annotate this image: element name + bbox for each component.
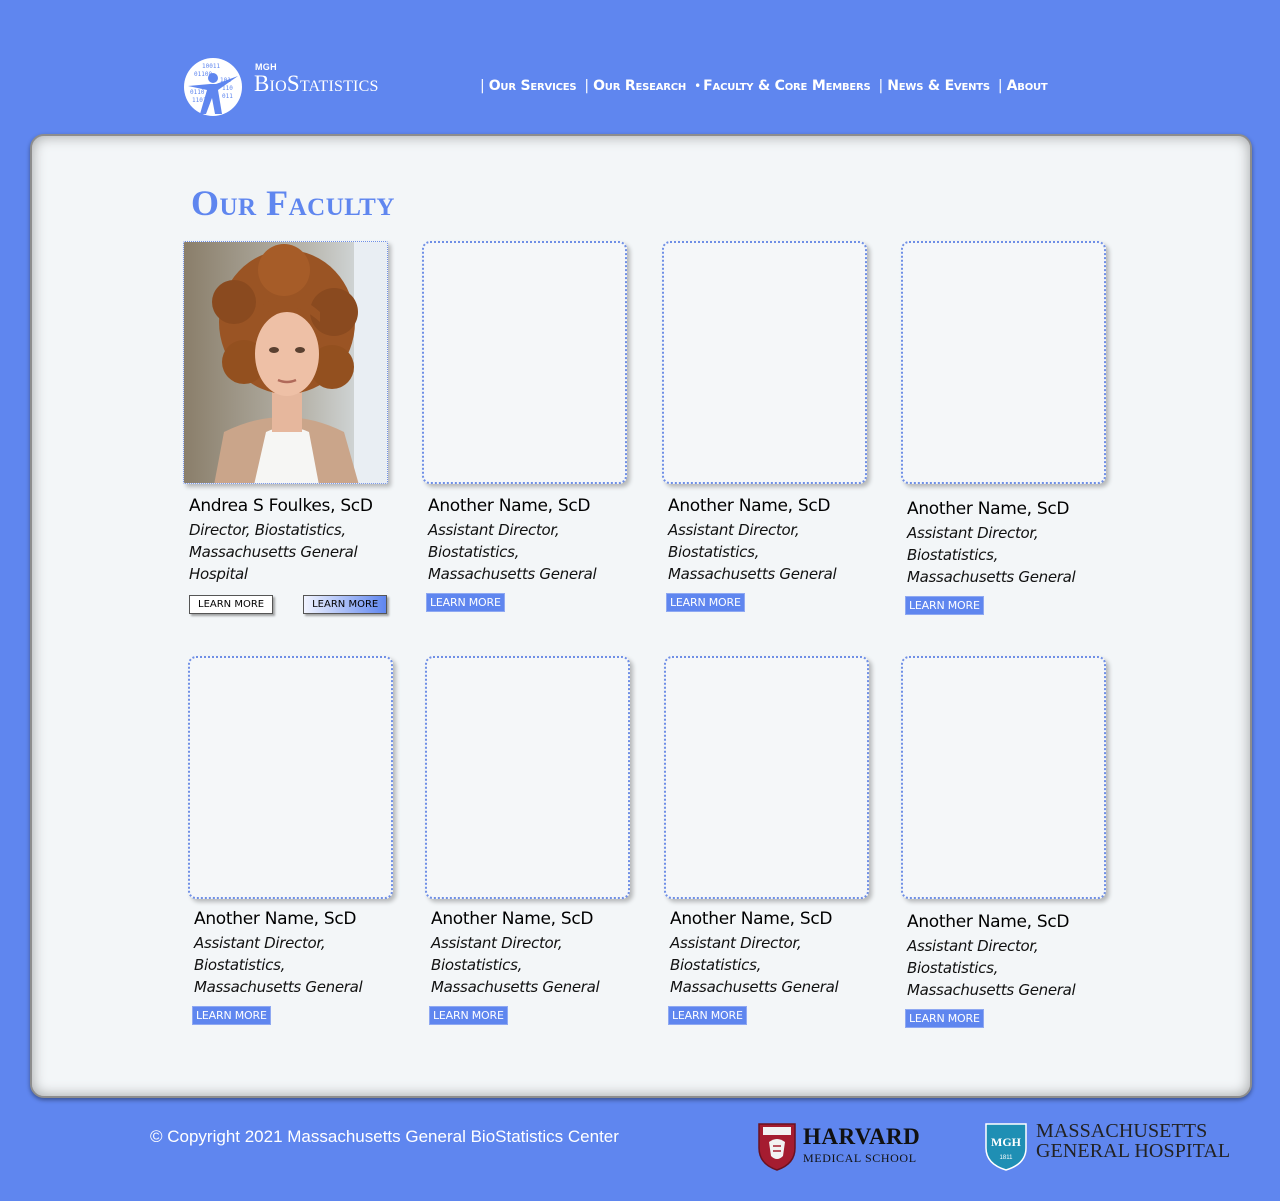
- harvard-title: HARVARD: [803, 1124, 921, 1149]
- learn-more-button[interactable]: LEARN MORE: [429, 1006, 508, 1025]
- page-title: Our Faculty: [191, 183, 395, 223]
- faculty-card: Another Name, ScD Assistant Director, Bi…: [901, 656, 1111, 1028]
- nav-news-events[interactable]: News & Events: [887, 78, 990, 94]
- faculty-photo-placeholder: [664, 656, 869, 899]
- copyright-text: © Copyright 2021 Massachusetts General B…: [150, 1127, 619, 1146]
- faculty-role: Assistant Director, Biostatistics, Massa…: [428, 521, 597, 583]
- faculty-card: Another Name, ScD Assistant Director, Bi…: [662, 241, 872, 612]
- nav-our-research[interactable]: Our Research: [593, 78, 686, 94]
- svg-text:110: 110: [222, 85, 233, 92]
- learn-more-button[interactable]: LEARN MORE: [666, 593, 745, 612]
- harvard-shield-icon: [758, 1123, 796, 1171]
- nav-separator: |: [878, 78, 884, 94]
- faculty-name: Another Name, ScD: [668, 496, 831, 516]
- learn-more-button-hover[interactable]: LEARN MORE: [303, 595, 388, 614]
- faculty-name: Another Name, ScD: [907, 912, 1070, 932]
- nav-active-dot: •: [694, 79, 702, 93]
- harvard-medical-school-logo[interactable]: HARVARD MEDICAL SCHOOL: [757, 1122, 932, 1174]
- faculty-photo-placeholder: [422, 241, 627, 484]
- biostatistics-logo-icon: 10011 01100 101 110 0110 011 1101: [184, 58, 242, 116]
- portrait-image: [184, 242, 387, 483]
- main-nav: | Our Services | Our Research • Faculty …: [480, 78, 1056, 94]
- faculty-photo-placeholder: [425, 656, 630, 899]
- faculty-name: Another Name, ScD: [431, 909, 594, 929]
- mgh-shield-icon: MGH 1811: [985, 1123, 1027, 1171]
- learn-more-button[interactable]: LEARN MORE: [905, 1009, 984, 1028]
- faculty-photo-placeholder: [188, 656, 393, 899]
- logo-title: BioStatistics: [254, 71, 379, 96]
- faculty-role: Assistant Director, Biostatistics, Massa…: [194, 934, 363, 996]
- faculty-name: Another Name, ScD: [428, 496, 591, 516]
- faculty-name: Another Name, ScD: [194, 909, 357, 929]
- harvard-subtitle: MEDICAL SCHOOL: [803, 1151, 917, 1165]
- faculty-role: Assistant Director, Biostatistics, Massa…: [431, 934, 600, 996]
- faculty-name: Another Name, ScD: [670, 909, 833, 929]
- faculty-role: Assistant Director, Biostatistics, Massa…: [670, 934, 839, 996]
- faculty-role: Assistant Director, Biostatistics, Massa…: [668, 521, 837, 583]
- faculty-card: Another Name, ScD Assistant Director, Bi…: [901, 241, 1111, 615]
- nav-separator: |: [584, 78, 590, 94]
- nav-our-services[interactable]: Our Services: [489, 78, 577, 94]
- mgh-shield-year: 1811: [1000, 1155, 1014, 1161]
- faculty-card: Andrea S Foulkes, ScD Director, Biostati…: [183, 241, 393, 614]
- learn-more-button[interactable]: LEARN MORE: [905, 596, 984, 615]
- faculty-name: Andrea S Foulkes, ScD: [189, 496, 373, 516]
- faculty-photo-placeholder: [662, 241, 867, 484]
- nav-separator: |: [997, 78, 1003, 94]
- faculty-name: Another Name, ScD: [907, 499, 1070, 519]
- nav-faculty-core-members[interactable]: Faculty & Core Members: [703, 78, 871, 94]
- faculty-photo-placeholder: [901, 656, 1106, 899]
- faculty-role: Director, Biostatistics, Massachusetts G…: [189, 521, 358, 583]
- faculty-card: Another Name, ScD Assistant Director, Bi…: [188, 656, 398, 1025]
- svg-text:0110: 0110: [190, 89, 205, 96]
- mgh-title-line2: GENERAL HOSPITAL: [1036, 1140, 1231, 1162]
- svg-text:011: 011: [222, 93, 233, 100]
- mgh-logo[interactable]: MGH 1811 MASSACHUSETTS GENERAL HOSPITAL: [984, 1120, 1244, 1174]
- learn-more-button[interactable]: LEARN MORE: [189, 595, 274, 614]
- learn-more-button[interactable]: LEARN MORE: [668, 1006, 747, 1025]
- faculty-card: Another Name, ScD Assistant Director, Bi…: [425, 656, 635, 1025]
- learn-more-button[interactable]: LEARN MORE: [192, 1006, 271, 1025]
- faculty-photo: [183, 241, 388, 484]
- faculty-card: Another Name, ScD Assistant Director, Bi…: [664, 656, 874, 1025]
- faculty-role: Assistant Director, Biostatistics, Massa…: [907, 937, 1076, 999]
- learn-more-button[interactable]: LEARN MORE: [426, 593, 505, 612]
- faculty-photo-placeholder: [901, 241, 1106, 484]
- faculty-card: Another Name, ScD Assistant Director, Bi…: [422, 241, 632, 612]
- nav-separator: |: [480, 78, 485, 94]
- svg-text:10011: 10011: [202, 63, 220, 70]
- faculty-role: Assistant Director, Biostatistics, Massa…: [907, 524, 1076, 586]
- site-logo[interactable]: 10011 01100 101 110 0110 011 1101 MGH Bi…: [182, 56, 422, 122]
- nav-about[interactable]: About: [1007, 78, 1048, 94]
- mgh-shield-text: MGH: [991, 1135, 1022, 1149]
